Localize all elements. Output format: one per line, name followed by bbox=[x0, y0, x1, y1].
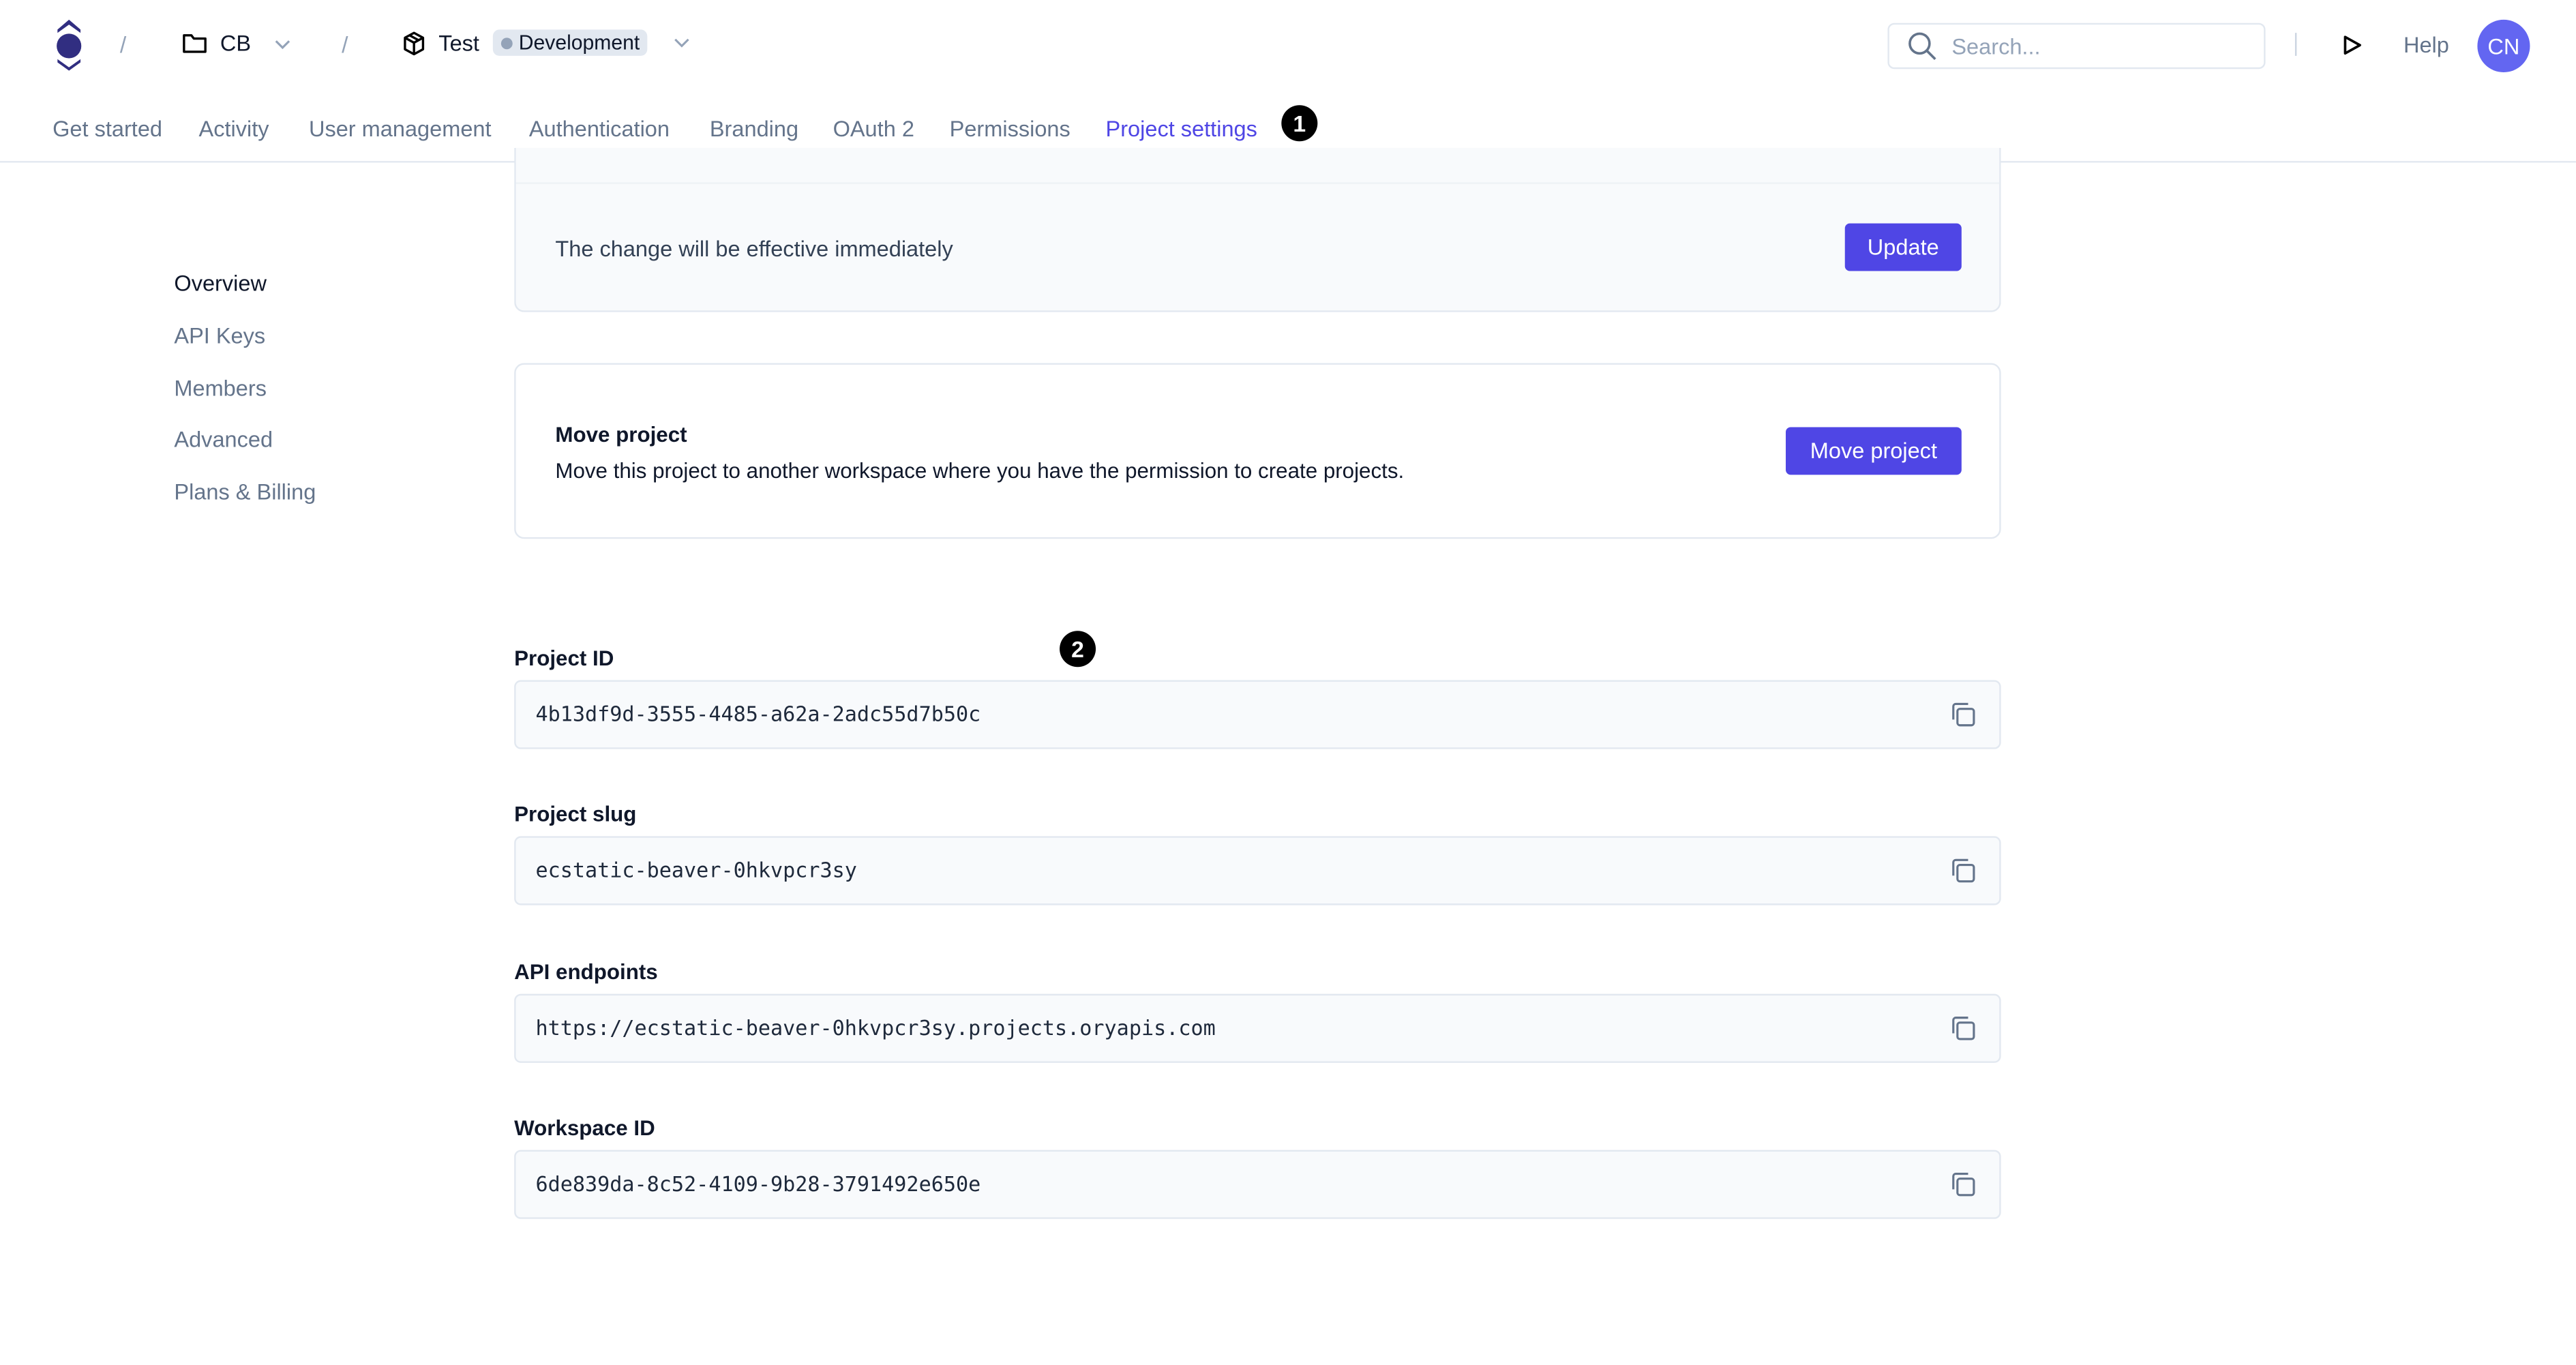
tab-branding[interactable]: Branding bbox=[710, 117, 798, 141]
divider bbox=[2294, 33, 2297, 56]
project-slug-label: Project slug bbox=[514, 801, 637, 826]
project-slug-value: ecstatic-beaver-0hkvpcr3sy bbox=[535, 857, 857, 882]
api-endpoints-value: https://ecstatic-beaver-0hkvpcr3sy.proje… bbox=[535, 1015, 1216, 1040]
cube-icon bbox=[404, 31, 425, 55]
copy-icon[interactable] bbox=[1950, 858, 1977, 884]
tab-get-started[interactable]: Get started bbox=[53, 117, 162, 141]
workspace-id-field[interactable]: 6de839da-8c52-4109-9b28-3791492e650e bbox=[514, 1150, 2001, 1219]
environment-label: Development bbox=[518, 31, 640, 55]
play-icon[interactable] bbox=[2343, 35, 2363, 56]
workspace-id-label: Workspace ID bbox=[514, 1115, 655, 1141]
copy-icon[interactable] bbox=[1950, 1015, 1977, 1042]
sidebar-item-overview[interactable]: Overview bbox=[174, 271, 267, 296]
move-project-title: Move project bbox=[555, 422, 687, 447]
divider bbox=[515, 182, 2000, 184]
sidebar-item-advanced[interactable]: Advanced bbox=[174, 427, 273, 451]
project-selector[interactable]: Test Development bbox=[402, 29, 691, 56]
sidebar-item-members[interactable]: Members bbox=[174, 376, 267, 401]
project-id-value: 4b13df9d-3555-4485-a62a-2adc55d7b50c bbox=[535, 701, 981, 726]
project-id-label: Project ID bbox=[514, 645, 614, 671]
update-card-text: The change will be effective immediately bbox=[555, 236, 953, 262]
annotation-marker-1: 1 bbox=[1281, 105, 1318, 142]
project-id-field[interactable]: 4b13df9d-3555-4485-a62a-2adc55d7b50c bbox=[514, 680, 2001, 749]
help-link[interactable]: Help bbox=[2403, 33, 2449, 57]
environment-badge: Development bbox=[492, 29, 648, 56]
logo-icon[interactable] bbox=[53, 18, 85, 73]
chevron-down-icon bbox=[275, 39, 290, 48]
annotation-marker-2: 2 bbox=[1060, 631, 1096, 668]
tab-activity[interactable]: Activity bbox=[199, 117, 269, 141]
tab-project-settings[interactable]: Project settings bbox=[1106, 117, 1257, 141]
status-dot-icon bbox=[500, 37, 513, 49]
search-input[interactable]: Search... bbox=[1887, 22, 2266, 70]
update-card: The change will be effective immediately… bbox=[514, 147, 2001, 312]
folder-icon bbox=[183, 34, 207, 53]
copy-icon[interactable] bbox=[1950, 702, 1977, 728]
project-slug-field[interactable]: ecstatic-beaver-0hkvpcr3sy bbox=[514, 836, 2001, 905]
tab-oauth2[interactable]: OAuth 2 bbox=[833, 117, 914, 141]
sidebar-item-api-keys[interactable]: API Keys bbox=[174, 324, 265, 348]
copy-icon[interactable] bbox=[1950, 1171, 1977, 1198]
move-project-button[interactable]: Move project bbox=[1786, 427, 1962, 475]
avatar[interactable]: CN bbox=[2477, 19, 2530, 73]
api-endpoints-field[interactable]: https://ecstatic-beaver-0hkvpcr3sy.proje… bbox=[514, 993, 2001, 1063]
breadcrumb-separator: / bbox=[119, 31, 127, 58]
chevron-down-icon bbox=[675, 38, 690, 48]
workspace-id-value: 6de839da-8c52-4109-9b28-3791492e650e bbox=[535, 1171, 981, 1197]
sidebar-item-plans-billing[interactable]: Plans & Billing bbox=[174, 480, 316, 505]
api-endpoints-label: API endpoints bbox=[514, 959, 658, 985]
search-icon bbox=[1908, 32, 1936, 61]
workspace-name: CB bbox=[220, 31, 252, 56]
project-name: Test bbox=[438, 30, 479, 55]
search-placeholder: Search... bbox=[1951, 33, 2041, 59]
update-button[interactable]: Update bbox=[1844, 223, 1962, 271]
workspace-selector[interactable]: CB bbox=[182, 31, 290, 56]
tab-user-management[interactable]: User management bbox=[309, 117, 492, 141]
tab-authentication[interactable]: Authentication bbox=[529, 117, 670, 141]
move-project-card: Move project Move this project to anothe… bbox=[514, 363, 2001, 539]
breadcrumb-separator: / bbox=[342, 31, 348, 58]
tab-permissions[interactable]: Permissions bbox=[950, 117, 1070, 141]
move-project-description: Move this project to another workspace w… bbox=[555, 458, 1405, 483]
